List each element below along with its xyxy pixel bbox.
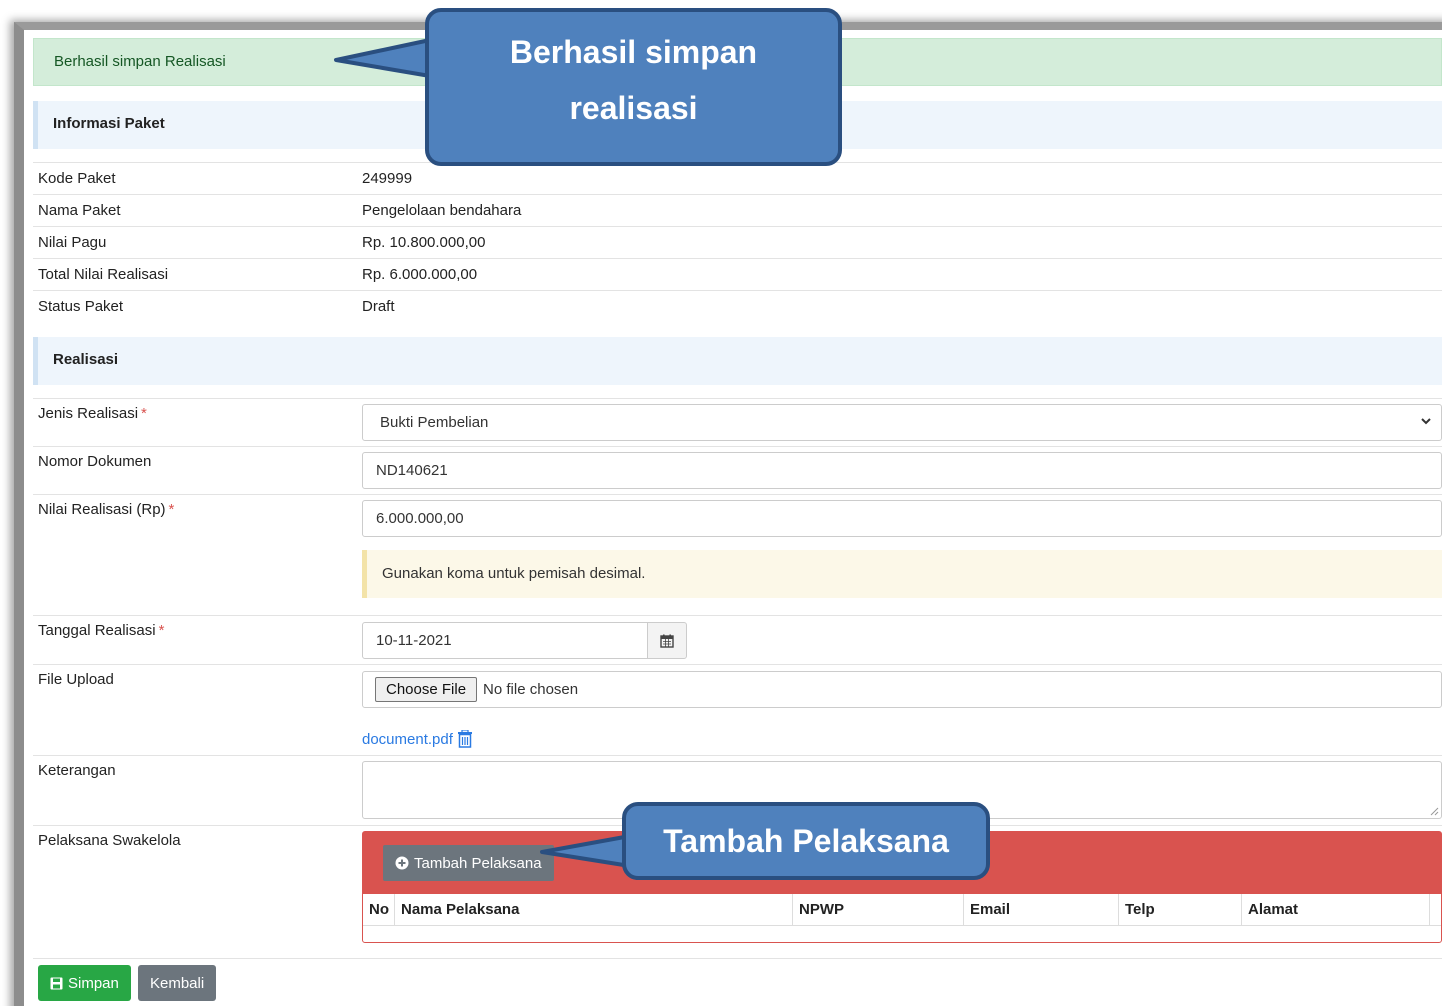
callout-top-line2: realisasi	[569, 90, 698, 126]
kembali-label: Kembali	[150, 974, 205, 992]
pelaksana-label: Pelaksana Swakelola	[38, 832, 181, 849]
info-label: Status Paket	[38, 298, 124, 315]
file-upload-label: File Upload	[38, 671, 114, 688]
calendar-button[interactable]	[647, 622, 687, 659]
simpan-button[interactable]: Simpan	[38, 965, 131, 1001]
info-label: Nilai Pagu	[38, 234, 107, 251]
uploaded-file: document.pdf	[362, 730, 473, 748]
callout-top-line1: Berhasil simpan	[509, 34, 758, 70]
actions-divider	[33, 958, 1442, 959]
pelaksana-table-header: No Nama Pelaksana NPWP Email Telp Alamat	[363, 894, 1441, 926]
nilai-help-text: Gunakan koma untuk pemisah desimal.	[382, 565, 646, 582]
tambah-pelaksana-label: Tambah Pelaksana	[414, 854, 542, 872]
form-row-tanggal-realisasi: Tanggal Realisasi * 10-11-2021	[33, 615, 1442, 664]
no-file-text: No file chosen	[483, 681, 579, 698]
simpan-label: Simpan	[68, 974, 119, 992]
kembali-button[interactable]: Kembali	[138, 965, 217, 1001]
form-row-jenis-realisasi: Jenis Realisasi * Bukti Pembelian	[33, 398, 1442, 446]
form-row-nilai-realisasi: Nilai Realisasi (Rp) * 6.000.000,00 Gunak…	[33, 494, 1442, 615]
info-value: Rp. 6.000.000,00	[362, 266, 478, 283]
info-row-nama-paket: Nama Paket Pengelolaan bendahara	[33, 194, 1442, 226]
info-value: 249999	[362, 170, 413, 187]
nomor-dokumen-value: ND140621	[376, 462, 448, 479]
calendar-icon	[660, 634, 674, 648]
tanggal-realisasi-value: 10-11-2021	[376, 632, 452, 649]
info-value: Rp. 10.800.000,00	[362, 234, 486, 251]
nomor-dokumen-input[interactable]: ND140621	[362, 452, 1442, 489]
section-title: Realisasi	[53, 351, 119, 368]
nilai-realisasi-label: Nilai Realisasi (Rp) *	[38, 501, 175, 518]
nomor-dokumen-label: Nomor Dokumen	[38, 453, 152, 470]
info-label: Kode Paket	[38, 170, 116, 187]
col-no: No	[363, 894, 395, 926]
success-alert-text: Berhasil simpan Realisasi	[54, 53, 226, 70]
save-icon	[50, 977, 63, 989]
tambah-pelaksana-button[interactable]: Tambah Pelaksana	[383, 845, 554, 881]
callout-berhasil-simpan: Berhasil simpan realisasi	[425, 8, 842, 166]
jenis-realisasi-label: Jenis Realisasi *	[38, 405, 147, 422]
info-value: Pengelolaan bendahara	[362, 202, 522, 219]
callout-tambah-pelaksana: Tambah Pelaksana	[622, 802, 990, 880]
info-row-kode-paket: Kode Paket 249999	[33, 162, 1442, 194]
col-telp: Telp	[1119, 894, 1242, 926]
info-value: Draft	[362, 298, 395, 315]
info-label: Total Nilai Realisasi	[38, 266, 169, 283]
nilai-help-note: Gunakan koma untuk pemisah desimal.	[362, 550, 1442, 598]
col-alamat: Alamat	[1242, 894, 1430, 926]
section-realisasi: Realisasi	[33, 337, 1442, 385]
col-nama-pelaksana: Nama Pelaksana	[395, 894, 793, 926]
chevron-down-icon	[1421, 418, 1431, 425]
keterangan-label: Keterangan	[38, 762, 116, 779]
info-row-total-nilai-realisasi: Total Nilai Realisasi Rp. 6.000.000,00	[33, 258, 1442, 290]
nilai-realisasi-input[interactable]: 6.000.000,00	[362, 500, 1442, 537]
uploaded-file-link[interactable]: document.pdf	[362, 731, 453, 748]
form-row-file-upload: File Upload Choose File No file chosen d…	[33, 664, 1442, 755]
tanggal-realisasi-label: Tanggal Realisasi *	[38, 622, 165, 639]
plus-circle-icon	[395, 856, 409, 870]
resize-handle-icon[interactable]	[1429, 806, 1439, 816]
callout-bottom-text: Tambah Pelaksana	[663, 823, 949, 859]
jenis-realisasi-select[interactable]: Bukti Pembelian	[362, 404, 1442, 441]
col-email: Email	[964, 894, 1119, 926]
callout-pointer-top	[334, 38, 431, 78]
tanggal-realisasi-input[interactable]: 10-11-2021	[362, 622, 648, 659]
col-npwp: NPWP	[793, 894, 964, 926]
info-row-status-paket: Status Paket Draft	[33, 290, 1442, 322]
nilai-realisasi-value: 6.000.000,00	[376, 510, 464, 527]
choose-file-button[interactable]: Choose File	[375, 677, 478, 702]
section-title: Informasi Paket	[53, 115, 165, 132]
info-row-nilai-pagu: Nilai Pagu Rp. 10.800.000,00	[33, 226, 1442, 258]
form-row-nomor-dokumen: Nomor Dokumen ND140621	[33, 446, 1442, 494]
file-upload-input: Choose File No file chosen	[362, 671, 1442, 708]
info-label: Nama Paket	[38, 202, 121, 219]
trash-icon[interactable]	[457, 730, 473, 748]
jenis-realisasi-value: Bukti Pembelian	[380, 414, 489, 431]
